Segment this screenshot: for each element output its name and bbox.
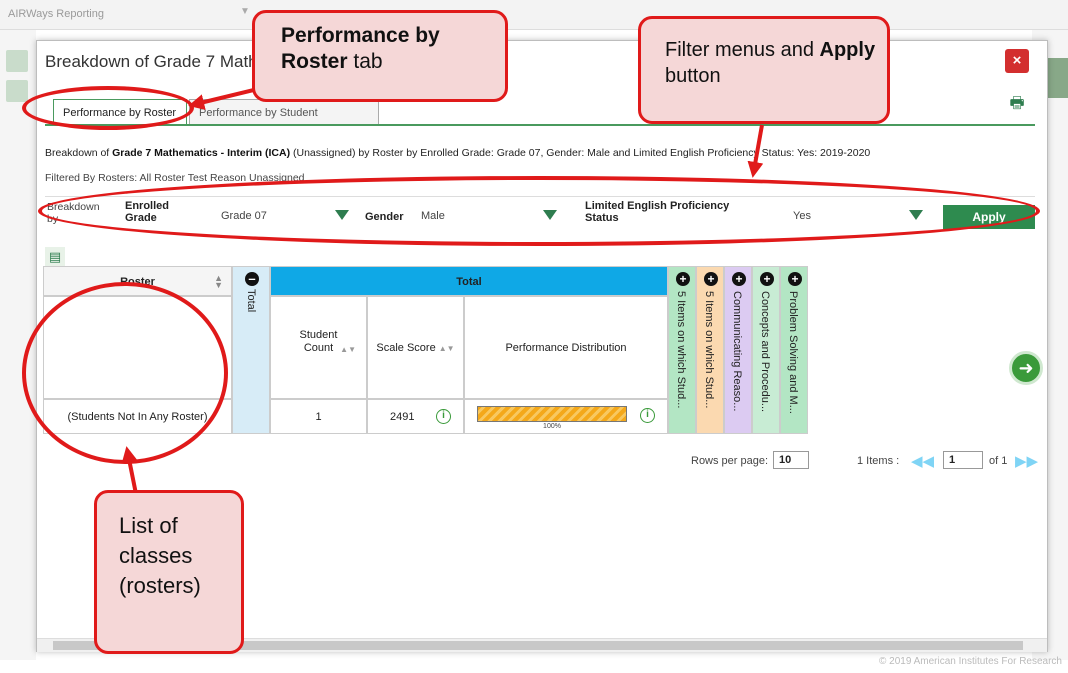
callout-filters-text: Filter menus and (665, 39, 820, 61)
callout-filters-text-2: button (665, 65, 721, 87)
callout-filters-bold: Apply (819, 39, 876, 61)
callout-filters: Filter menus and Apply button (638, 16, 890, 124)
callout-classes: List of classes (rosters) (94, 490, 244, 654)
filters-arrow (747, 124, 764, 178)
roster-list-arrow (121, 446, 138, 495)
callout-roster-tab: Performance by Roster tab (252, 10, 508, 102)
callout-roster-tab-text: tab (347, 50, 383, 73)
